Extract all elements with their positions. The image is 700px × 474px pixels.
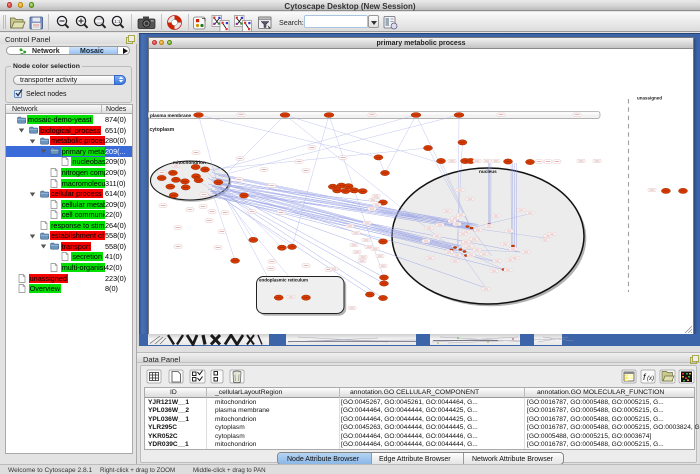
- svg-text:nucleus: nucleus: [479, 169, 497, 174]
- svg-text:unassigned: unassigned: [637, 96, 662, 101]
- svg-text:1:1: 1:1: [114, 19, 121, 24]
- svg-text:(x): (x): [647, 376, 654, 382]
- svg-text:plasma membrane: plasma membrane: [150, 113, 192, 118]
- svg-text:cytoplasm: cytoplasm: [150, 127, 175, 133]
- svg-text:endoplasmic reticulum: endoplasmic reticulum: [259, 278, 308, 283]
